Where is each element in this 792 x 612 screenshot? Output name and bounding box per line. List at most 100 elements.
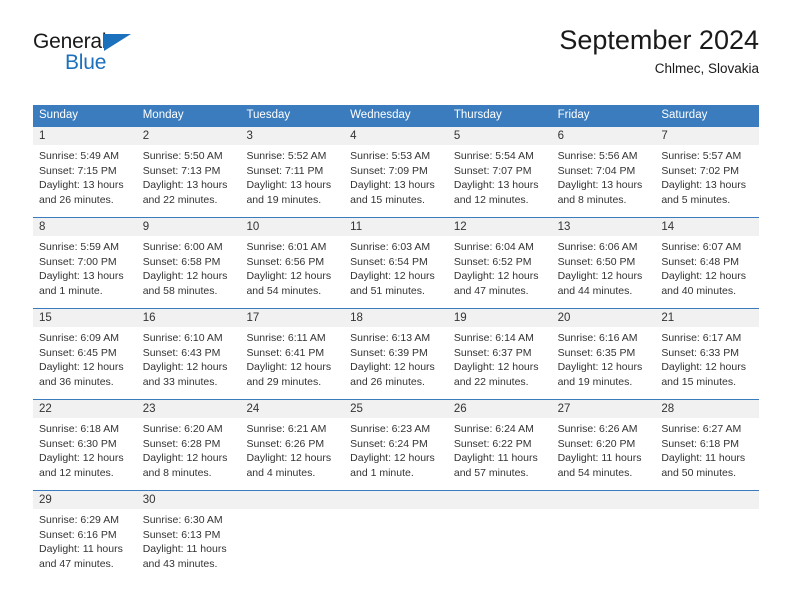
daylight-text-line2: and 44 minutes. [557,284,633,297]
daylight-text-line1: Daylight: 12 hours [661,361,746,373]
sunrise-text: Sunrise: 6:11 AM [246,332,326,344]
day-details: Sunrise: 6:04 AM Sunset: 6:52 PM Daylight:… [448,236,552,298]
day-number: 20 [551,309,656,327]
calendar-day-cell[interactable]: 20 Sunrise: 6:16 AM Sunset: 6:35 PM Dayligh… [551,309,656,399]
calendar-day-cell-empty [655,491,760,579]
calendar-day-cell[interactable]: 6 Sunrise: 5:56 AM Sunset: 7:04 PM Daylight… [551,127,656,217]
calendar-day-cell[interactable]: 7 Sunrise: 5:57 AM Sunset: 7:02 PM Daylight… [655,127,760,217]
sunset-text: Sunset: 6:22 PM [453,437,532,450]
day-details: Sunrise: 5:59 AM Sunset: 7:00 PM Daylight:… [33,236,137,298]
daylight-text-line2: and 50 minutes. [661,466,737,479]
day-number [655,491,760,509]
daylight-text-line1: Daylight: 12 hours [350,361,435,373]
daylight-text-line2: and 33 minutes. [142,375,218,388]
daylight-text-line2: and 36 minutes. [39,375,114,388]
calendar-day-cell[interactable]: 15 Sunrise: 6:09 AM Sunset: 6:45 PM Dayligh… [33,309,137,399]
calendar-day-cell-empty [551,491,656,579]
calendar-day-cell[interactable]: 10 Sunrise: 6:01 AM Sunset: 6:56 PM Dayligh… [240,218,345,308]
calendar-day-cell[interactable]: 29 Sunrise: 6:29 AM Sunset: 6:16 PM Dayligh… [33,491,137,579]
calendar-day-cell[interactable]: 19 Sunrise: 6:14 AM Sunset: 6:37 PM Dayligh… [447,309,552,399]
day-number: 25 [344,400,448,418]
sunset-text: Sunset: 7:13 PM [142,164,221,177]
daylight-text-line1: Daylight: 13 hours [39,179,124,191]
calendar-day-cell[interactable]: 8 Sunrise: 5:59 AM Sunset: 7:00 PM Daylight… [33,218,137,308]
day-number: 22 [33,400,137,418]
sunset-text: Sunset: 7:04 PM [557,164,636,177]
calendar-day-cell[interactable]: 26 Sunrise: 6:24 AM Sunset: 6:22 PM Dayligh… [447,400,552,490]
calendar-day-cell[interactable]: 17 Sunrise: 6:11 AM Sunset: 6:41 PM Dayligh… [240,309,345,399]
sunset-text: Sunset: 6:30 PM [39,437,117,450]
day-details: Sunrise: 6:18 AM Sunset: 6:30 PM Daylight:… [33,418,137,480]
calendar-day-cell[interactable]: 1 Sunrise: 5:49 AM Sunset: 7:15 PM Daylight… [33,127,137,217]
sunrise-text: Sunrise: 6:01 AM [246,241,327,253]
day-details: Sunrise: 5:56 AM Sunset: 7:04 PM Daylight:… [552,145,656,207]
day-number: 12 [447,218,552,236]
sunrise-text: Sunrise: 6:20 AM [142,423,223,435]
sunrise-text: Sunrise: 5:52 AM [246,150,327,162]
calendar-day-cell[interactable]: 18 Sunrise: 6:13 AM Sunset: 6:39 PM Dayligh… [344,309,448,399]
sunrise-text: Sunrise: 6:04 AM [453,241,534,253]
sunset-text: Sunset: 7:09 PM [350,164,428,177]
daylight-text-line1: Daylight: 12 hours [246,270,332,282]
sunset-text: Sunset: 6:37 PM [453,346,532,359]
daylight-text-line1: Daylight: 12 hours [142,270,228,282]
day-details: Sunrise: 6:13 AM Sunset: 6:39 PM Daylight:… [344,327,448,389]
daylight-text-line1: Daylight: 11 hours [557,452,642,464]
calendar-day-cell[interactable]: 25 Sunrise: 6:23 AM Sunset: 6:24 PM Dayligh… [344,400,448,490]
calendar-day-cell[interactable]: 13 Sunrise: 6:06 AM Sunset: 6:50 PM Dayligh… [551,218,656,308]
daylight-text-line2: and 15 minutes. [350,193,425,206]
daylight-text-line1: Daylight: 13 hours [142,179,228,191]
day-details [552,509,656,513]
sunset-text: Sunset: 7:00 PM [39,255,117,268]
day-of-week-header-tuesday: Tuesday [246,109,291,121]
sunrise-text: Sunrise: 6:27 AM [661,423,742,435]
calendar-day-cell[interactable]: 3 Sunrise: 5:52 AM Sunset: 7:11 PM Daylight… [240,127,345,217]
calendar-day-cell[interactable]: 30 Sunrise: 6:30 AM Sunset: 6:13 PM Dayligh… [136,491,241,579]
calendar-day-cell[interactable]: 12 Sunrise: 6:04 AM Sunset: 6:52 PM Dayligh… [447,218,552,308]
generalblue-logo: General Blue [33,30,263,78]
day-details: Sunrise: 6:06 AM Sunset: 6:50 PM Daylight:… [552,236,656,298]
calendar-day-cell[interactable]: 2 Sunrise: 5:50 AM Sunset: 7:13 PM Daylight… [136,127,241,217]
sunset-text: Sunset: 6:54 PM [350,255,428,268]
calendar-day-cell[interactable]: 5 Sunrise: 5:54 AM Sunset: 7:07 PM Daylight… [447,127,552,217]
day-number: 19 [447,309,552,327]
daylight-text-line1: Daylight: 12 hours [142,452,228,464]
sunrise-text: Sunrise: 6:00 AM [142,241,223,253]
page-title: September 2024 [559,25,759,55]
day-details [655,509,759,513]
calendar-day-cell[interactable]: 16 Sunrise: 6:10 AM Sunset: 6:43 PM Dayligh… [136,309,241,399]
sunrise-text: Sunrise: 6:06 AM [557,241,638,253]
day-number [344,491,448,509]
daylight-text-line1: Daylight: 12 hours [350,270,435,282]
calendar-day-cell[interactable]: 21 Sunrise: 6:17 AM Sunset: 6:33 PM Dayligh… [655,309,760,399]
calendar-day-cell[interactable]: 27 Sunrise: 6:26 AM Sunset: 6:20 PM Dayligh… [551,400,656,490]
calendar-day-cell[interactable]: 23 Sunrise: 6:20 AM Sunset: 6:28 PM Dayligh… [136,400,241,490]
calendar-grid: Sunday Monday Tuesday Wednesday Thursday Frid… [33,105,760,579]
sunset-text: Sunset: 6:39 PM [350,346,428,359]
sunrise-text: Sunrise: 6:18 AM [39,423,119,435]
daylight-text-line2: and 54 minutes. [557,466,633,479]
daylight-text-line2: and 12 minutes. [453,193,529,206]
day-details: Sunrise: 6:20 AM Sunset: 6:28 PM Daylight:… [137,418,241,480]
sunset-text: Sunset: 7:15 PM [39,164,117,177]
calendar-day-cell[interactable]: 28 Sunrise: 6:27 AM Sunset: 6:18 PM Dayligh… [655,400,760,490]
daylight-text-line2: and 57 minutes. [453,466,529,479]
sunrise-text: Sunrise: 6:07 AM [661,241,742,253]
sunrise-text: Sunrise: 5:59 AM [39,241,119,253]
daylight-text-line1: Daylight: 12 hours [246,361,332,373]
day-details: Sunrise: 6:09 AM Sunset: 6:45 PM Daylight:… [33,327,137,389]
calendar-day-cell[interactable]: 22 Sunrise: 6:18 AM Sunset: 6:30 PM Dayligh… [33,400,137,490]
daylight-text-line1: Daylight: 11 hours [39,543,123,555]
calendar-day-cell[interactable]: 9 Sunrise: 6:00 AM Sunset: 6:58 PM Daylight… [136,218,241,308]
daylight-text-line1: Daylight: 13 hours [350,179,435,191]
daylight-text-line2: and 8 minutes. [142,466,212,479]
day-number: 21 [655,309,760,327]
calendar-day-cell[interactable]: 24 Sunrise: 6:21 AM Sunset: 6:26 PM Dayligh… [240,400,345,490]
day-details: Sunrise: 5:57 AM Sunset: 7:02 PM Daylight:… [655,145,759,207]
calendar-day-cell[interactable]: 11 Sunrise: 6:03 AM Sunset: 6:54 PM Dayligh… [344,218,448,308]
calendar-day-cell[interactable]: 14 Sunrise: 6:07 AM Sunset: 6:48 PM Dayligh… [655,218,760,308]
sunset-text: Sunset: 6:13 PM [142,528,221,541]
sunset-text: Sunset: 6:28 PM [142,437,221,450]
daylight-text-line2: and 4 minutes. [246,466,316,479]
calendar-day-cell[interactable]: 4 Sunrise: 5:53 AM Sunset: 7:09 PM Daylight… [344,127,448,217]
